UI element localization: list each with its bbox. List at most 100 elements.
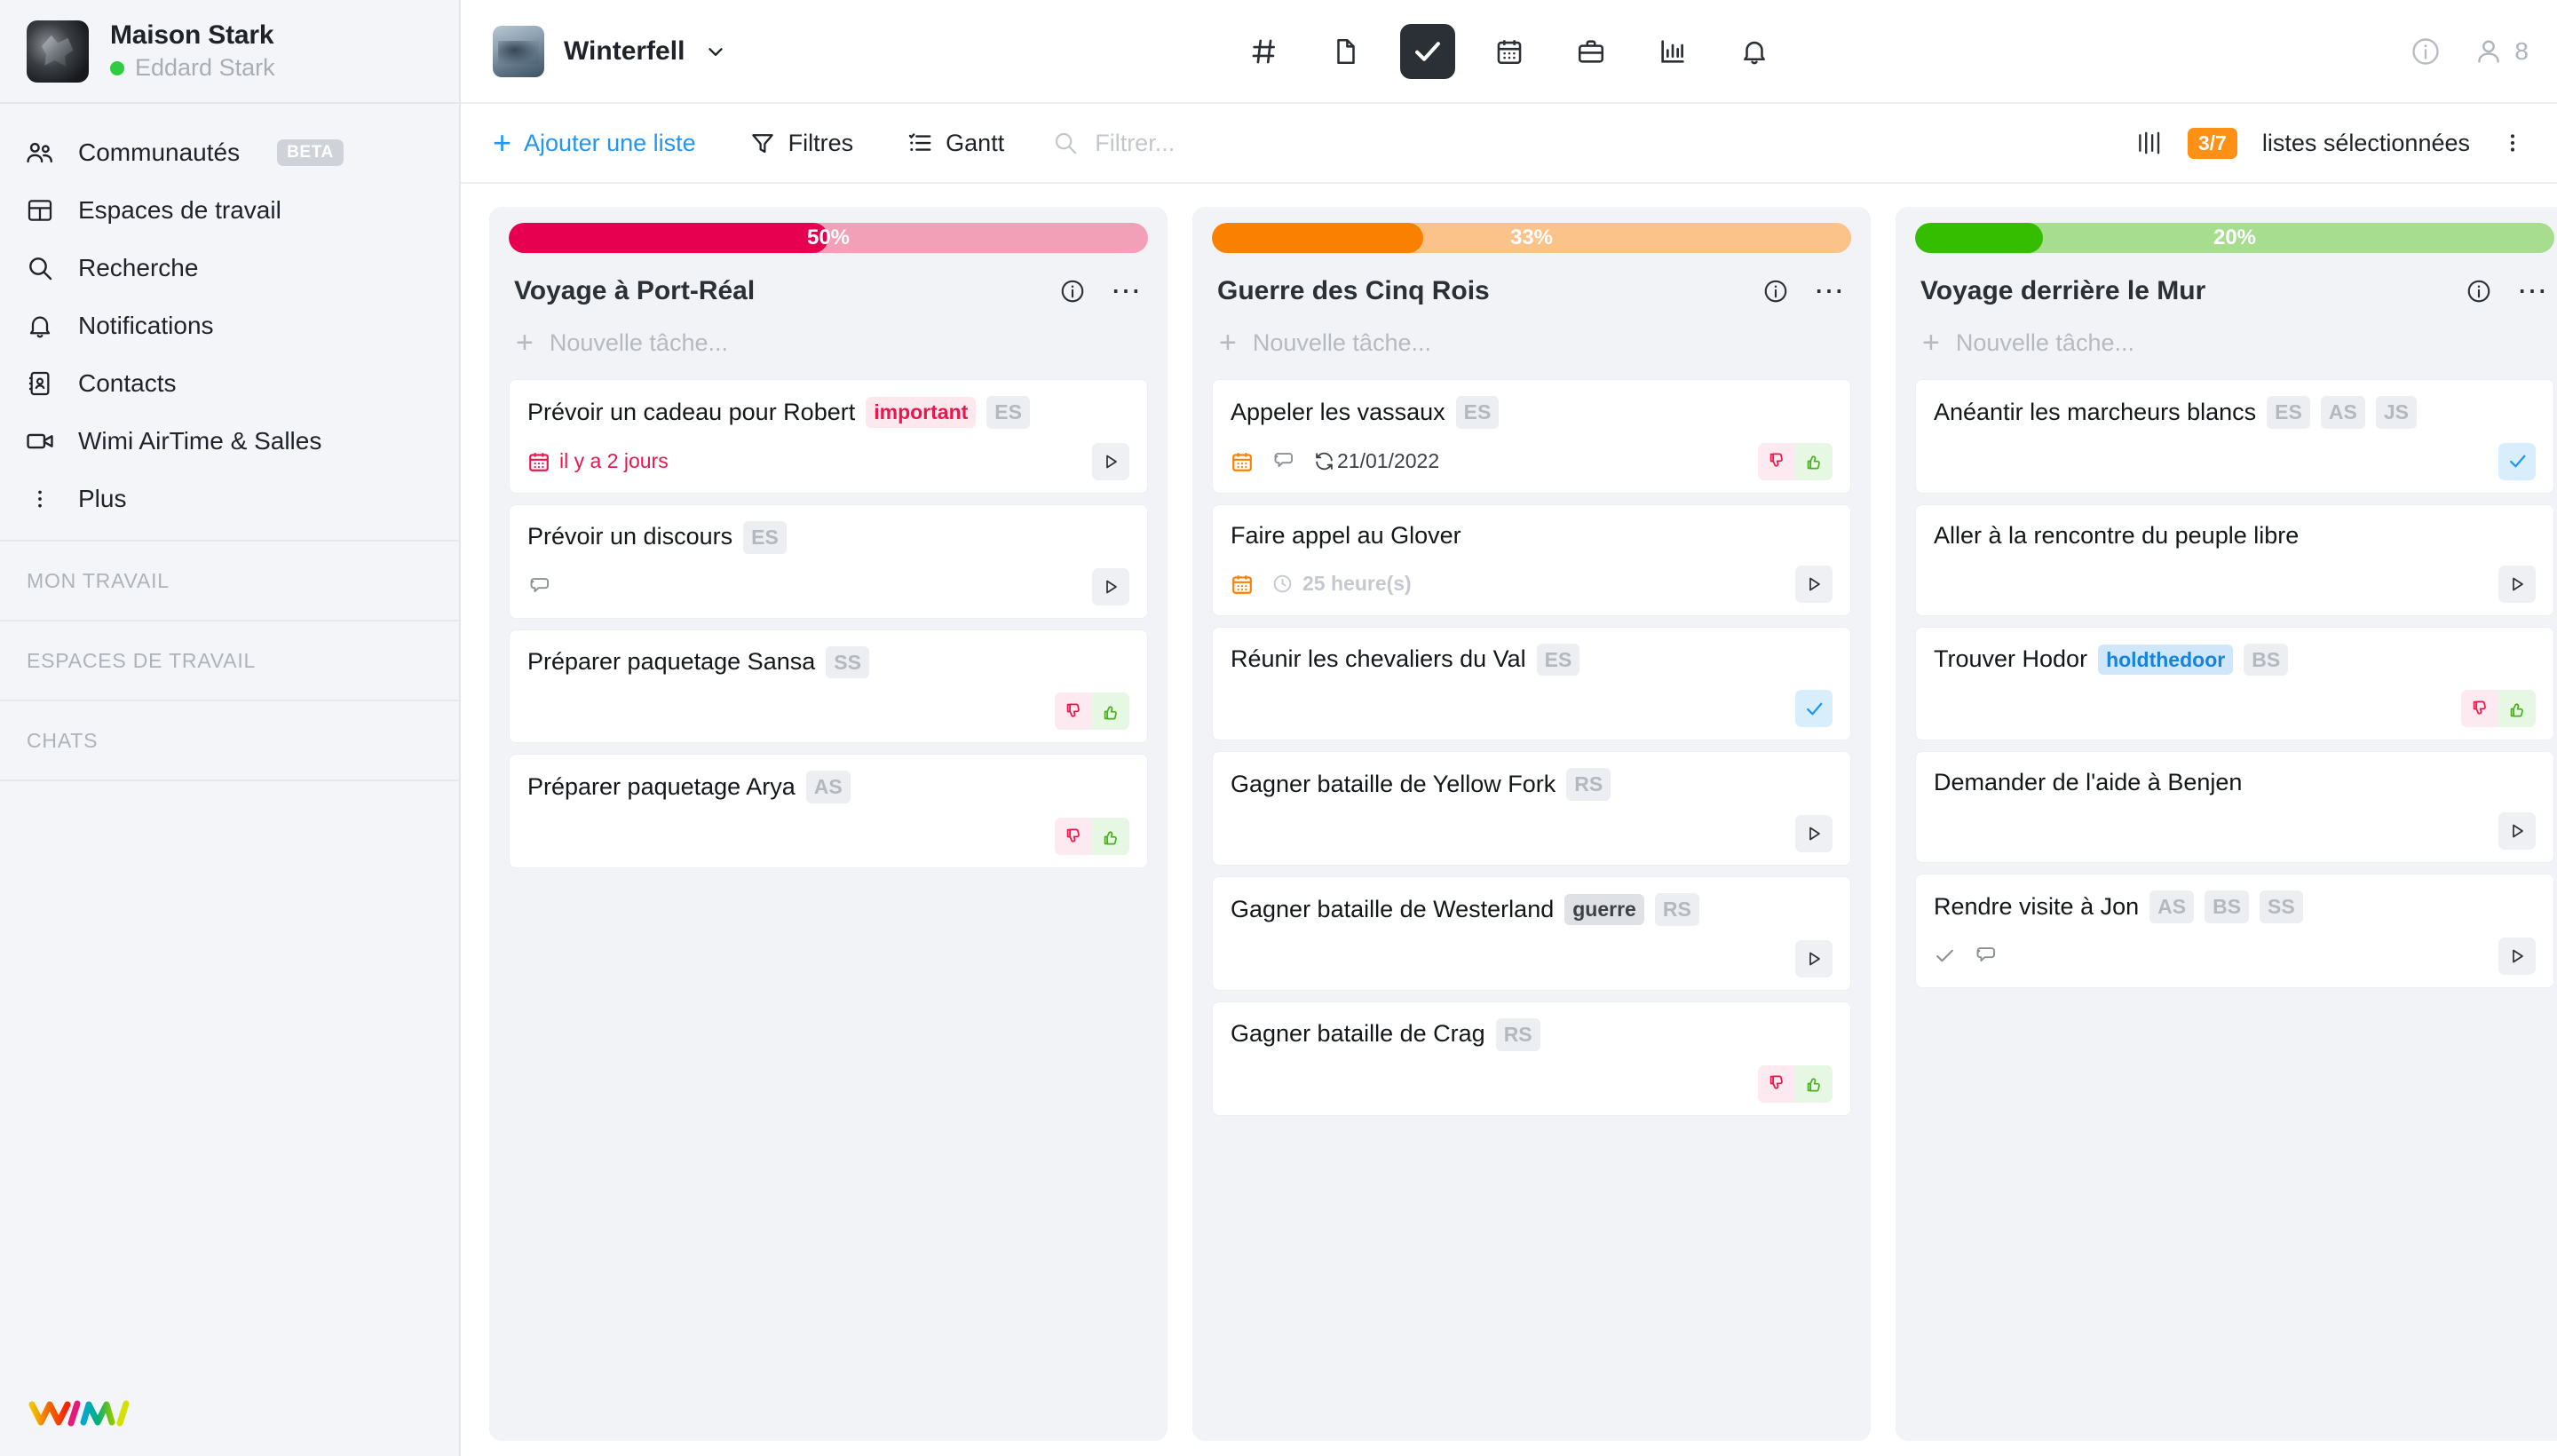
new-task-input[interactable]: + Nouvelle tâche... bbox=[1915, 306, 2554, 379]
beta-badge: BETA bbox=[277, 138, 344, 166]
column-options-icon[interactable]: ⋯ bbox=[1814, 276, 1846, 306]
filter-search[interactable] bbox=[1052, 129, 1486, 157]
workspace-header[interactable]: Maison Stark Eddard Stark bbox=[0, 0, 459, 104]
reject-task-button[interactable] bbox=[1055, 692, 1092, 731]
task-card[interactable]: Préparer paquetage Sansa SS bbox=[509, 629, 1148, 744]
sidebar-section-chats[interactable]: CHATS bbox=[0, 701, 459, 781]
reject-task-button[interactable] bbox=[2461, 690, 2498, 728]
sidebar-item-espaces-de-travail[interactable]: Espaces de travail bbox=[0, 181, 459, 239]
approve-task-button[interactable] bbox=[1795, 1064, 1833, 1103]
tasks-check-icon[interactable] bbox=[1399, 23, 1455, 79]
approve-task-button[interactable] bbox=[2498, 690, 2536, 728]
sidebar-item-recherche[interactable]: Recherche bbox=[0, 239, 459, 297]
main-area: Winterfell 8 + Ajouter une liste Filtres… bbox=[461, 0, 2557, 1456]
task-card[interactable]: Anéantir les marcheurs blancs ES AS JS bbox=[1915, 379, 2554, 494]
reject-task-button[interactable] bbox=[1055, 818, 1092, 855]
documents-icon[interactable] bbox=[1318, 24, 1373, 79]
due-date bbox=[1231, 573, 1254, 596]
assignee-initials: RS bbox=[1566, 768, 1611, 801]
task-card[interactable]: Réunir les chevaliers du Val ES bbox=[1212, 626, 1851, 741]
start-timer-button[interactable] bbox=[1795, 565, 1833, 603]
column-actions: ⋯ bbox=[1059, 276, 1143, 306]
sidebar-item-notifications[interactable]: Notifications bbox=[0, 297, 459, 354]
sidebar-item-plus[interactable]: Plus bbox=[0, 470, 459, 527]
add-list-button[interactable]: + Ajouter une liste bbox=[493, 127, 696, 159]
new-task-input[interactable]: + Nouvelle tâche... bbox=[1212, 306, 1851, 379]
column-options-icon[interactable]: ⋯ bbox=[1111, 276, 1143, 306]
task-card[interactable]: Aller à la rencontre du peuple libre bbox=[1915, 503, 2554, 616]
comments-icon bbox=[1974, 944, 1998, 968]
bell-icon bbox=[25, 311, 55, 341]
column-options-icon[interactable]: ⋯ bbox=[2517, 276, 2549, 306]
task-title-row: Faire appel au Glover bbox=[1231, 521, 1833, 551]
board-options-icon[interactable] bbox=[2495, 130, 2530, 156]
assignee-initials: AS bbox=[2320, 396, 2365, 429]
sidebar-section-espaces-de-travail[interactable]: ESPACES DE TRAVAIL bbox=[0, 621, 459, 701]
sidebar-section-mon-travail[interactable]: MON TRAVAIL bbox=[0, 542, 459, 621]
notifications-bell-icon[interactable] bbox=[1727, 24, 1782, 79]
start-timer-button[interactable] bbox=[1092, 567, 1129, 605]
info-circle-icon[interactable] bbox=[2466, 278, 2492, 305]
task-title: Gagner bataille de Westerland bbox=[1231, 895, 1555, 922]
start-timer-button[interactable] bbox=[1795, 815, 1833, 852]
columns-selector-icon[interactable] bbox=[2136, 128, 2163, 158]
info-circle-icon[interactable] bbox=[2410, 36, 2442, 67]
grid-icon bbox=[25, 195, 55, 226]
channels-hash-icon[interactable] bbox=[1237, 24, 1292, 79]
start-timer-button[interactable] bbox=[2498, 812, 2536, 850]
task-card[interactable]: Trouver Hodor holdthedoor BS bbox=[1915, 626, 2554, 741]
sidebar-item-label: Espaces de travail bbox=[78, 195, 281, 224]
approve-task-button[interactable] bbox=[1092, 692, 1129, 731]
sidebar-item-wimi-airtime[interactable]: Wimi AirTime & Salles bbox=[0, 412, 459, 470]
approve-task-button[interactable] bbox=[1092, 818, 1129, 855]
column-header: Guerre des Cinq Rois ⋯ bbox=[1212, 269, 1851, 306]
members-count[interactable]: 8 bbox=[2474, 36, 2529, 67]
reports-chart-icon[interactable] bbox=[1645, 24, 1700, 79]
task-card[interactable]: Rendre visite à Jon AS BS SS bbox=[1915, 874, 2554, 988]
task-title: Aller à la rencontre du peuple libre bbox=[1934, 521, 2300, 549]
gantt-button[interactable]: Gantt bbox=[906, 130, 1004, 157]
approve-task-button[interactable] bbox=[1795, 442, 1833, 480]
task-card[interactable]: Prévoir un cadeau pour Robert important ES… bbox=[509, 379, 1148, 494]
new-task-input[interactable]: + Nouvelle tâche... bbox=[509, 306, 1148, 379]
start-timer-button[interactable] bbox=[1795, 939, 1833, 977]
complete-task-button[interactable] bbox=[1795, 690, 1833, 728]
task-card[interactable]: Faire appel au Glover 25 heure(s) bbox=[1212, 503, 1851, 616]
info-circle-icon[interactable] bbox=[1059, 278, 1086, 305]
task-title: Gagner bataille de Yellow Fork bbox=[1231, 770, 1556, 797]
plus-icon: + bbox=[1922, 326, 1940, 360]
project-selector[interactable]: Winterfell bbox=[493, 25, 727, 77]
new-task-placeholder: Nouvelle tâche... bbox=[1252, 328, 1431, 356]
filters-button[interactable]: Filtres bbox=[749, 130, 853, 157]
task-footer bbox=[1934, 923, 2536, 975]
plus-icon: + bbox=[516, 326, 534, 360]
task-card[interactable]: Demander de l'aide à Benjen bbox=[1915, 751, 2554, 863]
column-title: Guerre des Cinq Rois bbox=[1217, 276, 1490, 305]
start-timer-button[interactable] bbox=[2498, 565, 2536, 603]
task-card[interactable]: Gagner bataille de Yellow Fork RS bbox=[1212, 751, 1851, 866]
comments-icon bbox=[527, 574, 551, 598]
task-card[interactable]: Appeler les vassaux ES 21/01/2022 bbox=[1212, 379, 1851, 494]
reject-task-button[interactable] bbox=[1758, 442, 1795, 480]
online-status-icon bbox=[110, 60, 124, 75]
task-actions bbox=[1055, 818, 1129, 855]
start-timer-button[interactable] bbox=[2498, 937, 2536, 975]
info-circle-icon[interactable] bbox=[1762, 278, 1789, 305]
column-header: Voyage à Port-Réal ⋯ bbox=[509, 269, 1148, 306]
sidebar-nav: Communautés BETA Espaces de travail Rech… bbox=[0, 104, 459, 542]
new-task-placeholder: Nouvelle tâche... bbox=[549, 328, 728, 356]
briefcase-icon[interactable] bbox=[1563, 24, 1619, 79]
reject-task-button[interactable] bbox=[1758, 1064, 1795, 1103]
task-card[interactable]: Gagner bataille de Crag RS bbox=[1212, 1001, 1851, 1116]
column-actions: ⋯ bbox=[1762, 276, 1846, 306]
sidebar-item-communautes[interactable]: Communautés BETA bbox=[0, 123, 459, 181]
complete-task-button[interactable] bbox=[2498, 442, 2536, 480]
task-card[interactable]: Préparer paquetage Arya AS bbox=[509, 754, 1148, 868]
search-input[interactable] bbox=[1095, 129, 1486, 157]
task-card[interactable]: Gagner bataille de Westerland guerre RS bbox=[1212, 876, 1851, 991]
task-card[interactable]: Prévoir un discours ES bbox=[509, 503, 1148, 619]
calendar-icon[interactable] bbox=[1482, 24, 1537, 79]
start-timer-button[interactable] bbox=[1092, 442, 1129, 480]
task-footer bbox=[527, 803, 1129, 855]
sidebar-item-contacts[interactable]: Contacts bbox=[0, 354, 459, 412]
